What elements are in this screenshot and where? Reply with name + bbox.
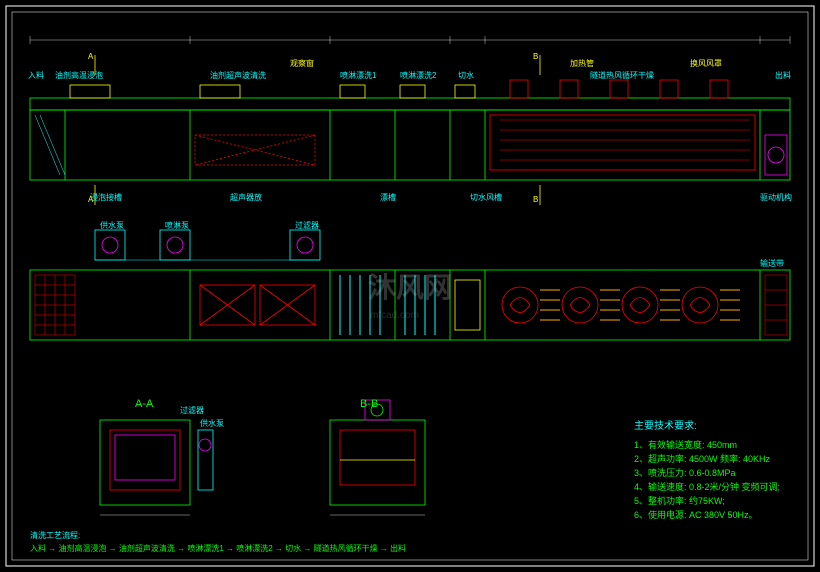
label-window: 观察窗	[290, 58, 314, 69]
section-b-top: B	[533, 52, 538, 61]
spec-item: 5、整机功率: 约75KW;	[634, 494, 780, 508]
section-bb-title: B-B	[360, 398, 378, 410]
label-aircut: 切水	[458, 70, 474, 81]
label-us-box: 超声器放	[230, 192, 262, 203]
label-pump-aa: 供水泵	[200, 418, 224, 429]
section-bb	[330, 400, 425, 515]
label-filter-top: 过滤器	[295, 220, 319, 231]
spec-item: 3、喷洗压力: 0.6-0.8MPa	[634, 466, 780, 480]
label-fanhood: 换风风罩	[690, 58, 722, 69]
spec-item: 1、有效输送宽度: 450mm	[634, 438, 780, 452]
section-b-bot: B	[533, 195, 538, 204]
label-heating: 加热管	[570, 58, 594, 69]
spec-block: 主要技术要求: 1、有效输送宽度: 450mm 2、超声功率: 4500W 频率…	[634, 420, 780, 522]
label-pump2: 喷淋泵	[165, 220, 189, 231]
label-ultrasonic: 油剂超声波清洗	[210, 70, 266, 81]
label-inlet: 入料	[28, 70, 44, 81]
process-title: 清洗工艺流程:	[30, 530, 406, 541]
plan-view	[30, 230, 790, 340]
process-block: 清洗工艺流程: 入料 → 油剂高温浸泡 → 油剂超声波清洗 → 喷淋漂洗1 → …	[30, 530, 406, 554]
spec-item: 2、超声功率: 4500W 频率: 40KHz	[634, 452, 780, 466]
spec-item: 6、使用电源: AC 380V 50Hz。	[634, 508, 780, 522]
label-soak-slot: 浸泡接槽	[90, 192, 122, 203]
label-pump1: 供水泵	[100, 220, 124, 231]
front-elevation	[30, 36, 790, 205]
label-rinse-tank: 漂槽	[380, 192, 396, 203]
section-aa	[100, 420, 213, 515]
spec-item: 4、输送速度: 0.8-2米/分钟 变频可调;	[634, 480, 780, 494]
label-rinse2: 喷淋漂洗2	[400, 70, 436, 81]
label-tunnel: 隧道热风循环干燥	[590, 70, 654, 81]
label-air-knife: 切水风槽	[470, 192, 502, 203]
label-drive: 驱动机构	[760, 192, 792, 203]
section-aa-title: A-A	[135, 398, 153, 410]
label-filter-aa: 过滤器	[180, 405, 204, 416]
label-conveyor: 输送带	[760, 258, 784, 269]
section-a-top: A	[88, 52, 93, 61]
process-flow: 入料 → 油剂高温浸泡 → 油剂超声波清洗 → 喷淋漂洗1 → 喷淋漂洗2 → …	[30, 543, 406, 554]
label-hot-soak: 油剂高温浸泡	[55, 70, 103, 81]
label-outlet: 出料	[775, 70, 791, 81]
spec-title: 主要技术要求:	[634, 420, 780, 434]
label-rinse1: 喷淋漂洗1	[340, 70, 376, 81]
